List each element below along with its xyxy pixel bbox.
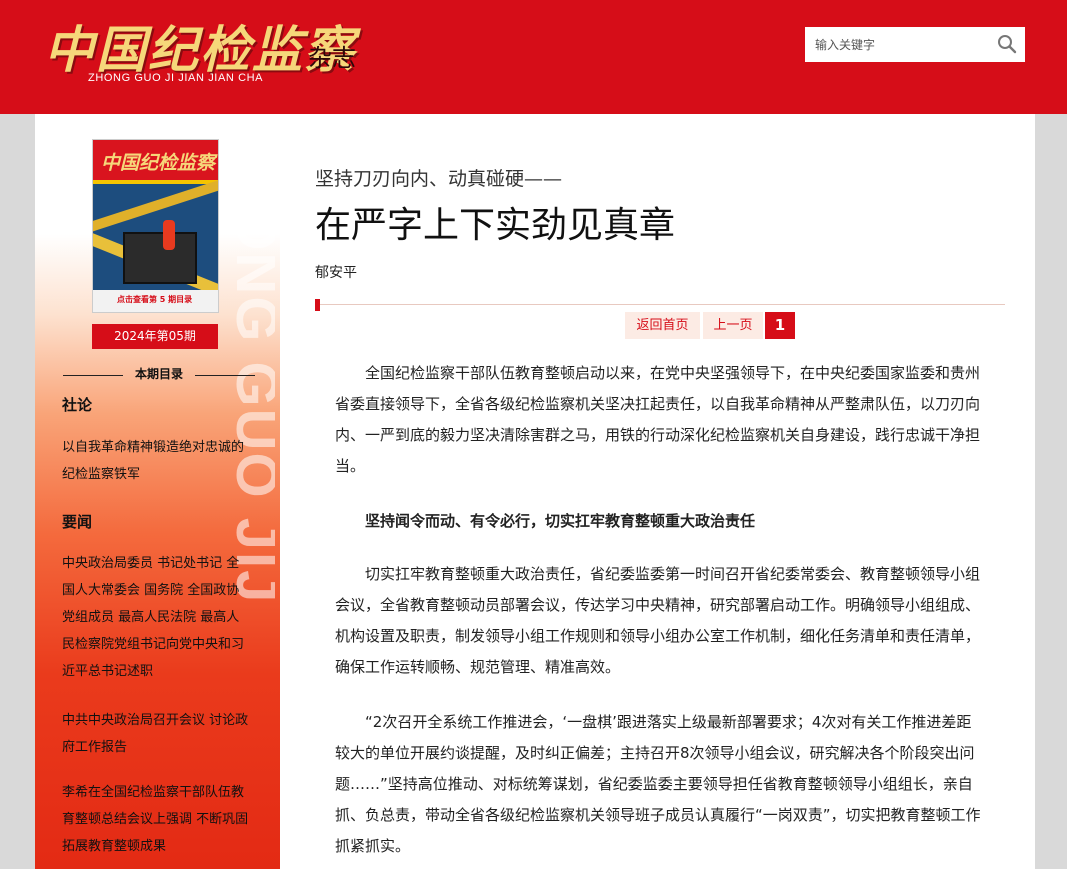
article-kicker: 坚持刀刃向内、动真碰硬—— — [315, 168, 563, 190]
search-icon[interactable] — [997, 34, 1017, 54]
issue-label[interactable]: 2024年第05期 — [92, 324, 218, 349]
site-logo-suffix: 杂志 — [308, 44, 356, 72]
toc-section-heading: 要闻 — [62, 513, 93, 531]
magazine-cover[interactable]: 中国纪检监察 点击查看第 5 期目录 — [92, 139, 219, 313]
article-subheading: 坚持闻令而动、有令必行，切实扛牢教育整顿重大政治责任 — [365, 512, 756, 530]
site-header: 中国纪检监察 ZHONG GUO JI JIAN JIAN CHA 杂志 — [0, 0, 1067, 114]
toc-item[interactable]: 中共中央政治局召开会议 讨论政府工作报告 — [62, 707, 252, 761]
article-author: 郁安平 — [315, 265, 357, 281]
toc-item[interactable]: 中央政治局委员 书记处书记 全国人大常委会 国务院 全国政协党组成员 最高人民法… — [62, 550, 252, 685]
divider-accent — [315, 299, 320, 311]
page-container: ZHONG GUO JIJ 中国纪检监察 点击查看第 5 期目录 2024年第0… — [35, 114, 1035, 869]
article-paragraph: 全国纪检监察干部队伍教育整顿启动以来，在党中央坚强领导下，在中央纪委国家监委和贵… — [335, 364, 981, 475]
article-title: 在严字上下实劲见真章 — [315, 205, 676, 246]
toc-item[interactable]: 以自我革命精神锻造绝对忠诚的纪检监察铁军 — [62, 434, 252, 488]
article: 坚持刀刃向内、动真碰硬—— 在严字上下实劲见真章 郁安平 返回首页 上一页 1 … — [315, 114, 1005, 869]
article-paragraph: “2次召开全系统工作推进会，‘一盘棋’跟进落实上级最新部署要求；4次对有关工作推… — [335, 713, 981, 855]
toc-heading: 本期目录 — [63, 365, 255, 385]
article-paragraph: 切实扛牢教育整顿重大政治责任，省纪委监委第一时间召开省纪委常委会、教育整顿领导小… — [335, 565, 981, 676]
search-input[interactable] — [805, 27, 990, 62]
site-logo-pinyin: ZHONG GUO JI JIAN JIAN CHA — [88, 72, 264, 84]
page-number-current[interactable]: 1 — [765, 312, 795, 339]
home-button[interactable]: 返回首页 — [625, 312, 700, 339]
sidebar: ZHONG GUO JIJ 中国纪检监察 点击查看第 5 期目录 2024年第0… — [35, 114, 280, 869]
cover-toc-link[interactable]: 点击查看第 5 期目录 — [117, 294, 192, 305]
cover-title: 中国纪检监察 — [101, 152, 216, 174]
toc-section-heading: 社论 — [62, 396, 93, 414]
title-divider — [315, 304, 1005, 305]
prev-page-button[interactable]: 上一页 — [703, 312, 763, 339]
search-box — [805, 27, 1025, 62]
toc-item[interactable]: 李希在全国纪检监察干部队伍教育整顿总结会议上强调 不断巩固拓展教育整顿成果 — [62, 779, 252, 860]
